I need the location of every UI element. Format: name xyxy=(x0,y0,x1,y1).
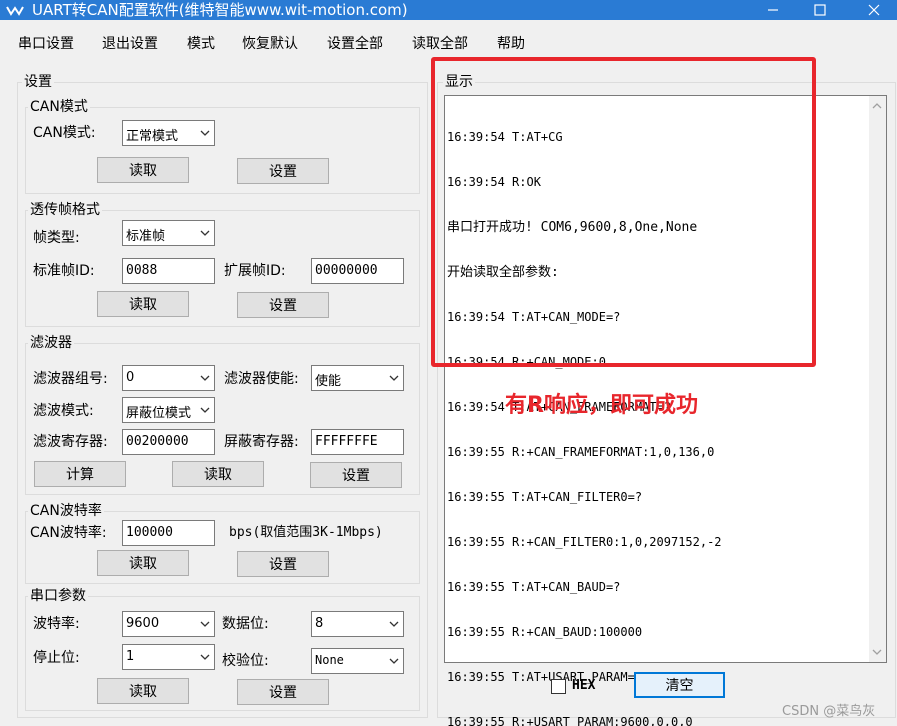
can-mode-title: CAN模式 xyxy=(28,99,90,115)
can-mode-select[interactable]: 正常模式 xyxy=(122,120,215,146)
frame-format-title: 透传帧格式 xyxy=(28,202,102,218)
menu-help[interactable]: 帮助 xyxy=(497,35,525,53)
highlight-box xyxy=(431,57,816,367)
can-baud-group xyxy=(25,511,420,584)
filter-enable-label: 滤波器使能: xyxy=(224,371,299,387)
log-line: 16:39:55 R:+CAN_FRAMEFORMAT:1,0,136,0 xyxy=(447,445,715,459)
window-title: UART转CAN配置软件(维特智能www.wit-motion.com) xyxy=(32,1,408,19)
hex-checkbox[interactable] xyxy=(551,679,566,694)
filter-mode-label: 滤波模式: xyxy=(33,403,94,419)
can-baud-hint: bps(取值范围3K-1Mbps) xyxy=(229,525,383,540)
log-line: 16:39:55 R:+CAN_BAUD:100000 xyxy=(447,625,643,639)
minimize-icon xyxy=(768,9,778,11)
baud-rate-value: 9600 xyxy=(126,616,160,631)
clear-button[interactable]: 清空 xyxy=(634,672,725,698)
title-bar: UART转CAN配置软件(维特智能www.wit-motion.com) xyxy=(0,0,897,20)
log-line: 16:39:55 T:AT+CAN_BAUD=? xyxy=(447,580,621,594)
frame-type-label: 帧类型: xyxy=(33,230,80,246)
chevron-down-icon xyxy=(200,375,210,381)
watermark: CSDN @菜鸟灰 xyxy=(782,704,876,719)
minimize-button[interactable] xyxy=(750,0,796,20)
chevron-down-icon xyxy=(200,654,210,660)
log-scrollbar[interactable] xyxy=(869,96,886,662)
ext-id-input[interactable]: 00000000 xyxy=(311,258,404,284)
filter-mode-value: 屏蔽位模式 xyxy=(126,406,192,421)
filter-title: 滤波器 xyxy=(28,335,74,351)
parity-label: 校验位: xyxy=(222,653,269,669)
std-id-input[interactable]: 0088 xyxy=(122,258,215,284)
filter-group-value: 0 xyxy=(126,370,135,385)
chevron-down-icon xyxy=(200,230,210,236)
menu-set-all[interactable]: 设置全部 xyxy=(327,35,383,53)
filter-enable-select[interactable]: 使能 xyxy=(311,365,404,391)
maximize-icon xyxy=(814,4,826,16)
filter-register-label: 滤波寄存器: xyxy=(33,434,108,450)
menu-mode[interactable]: 模式 xyxy=(187,35,215,53)
scroll-down-icon[interactable] xyxy=(872,648,882,656)
can-baud-input[interactable]: 100000 xyxy=(122,520,215,546)
menu-restore-defaults[interactable]: 恢复默认 xyxy=(242,35,298,53)
hex-label: HEX xyxy=(572,678,596,693)
frame-format-read-button[interactable]: 读取 xyxy=(97,291,189,317)
can-mode-set-button[interactable]: 设置 xyxy=(237,158,329,184)
filter-register-input[interactable]: 00200000 xyxy=(122,429,215,455)
menu-exit-settings[interactable]: 退出设置 xyxy=(102,35,158,53)
mask-register-input[interactable]: FFFFFFFE xyxy=(311,429,404,455)
data-bits-label: 数据位: xyxy=(222,616,269,632)
close-icon xyxy=(868,4,880,16)
can-mode-read-button[interactable]: 读取 xyxy=(97,157,189,183)
mask-register-label: 屏蔽寄存器: xyxy=(224,434,299,450)
scroll-up-icon[interactable] xyxy=(872,102,882,110)
std-id-label: 标准帧ID: xyxy=(33,263,95,279)
chevron-down-icon xyxy=(200,407,210,413)
filter-group-select[interactable]: 0 xyxy=(122,365,215,391)
chevron-down-icon xyxy=(389,621,399,627)
filter-mode-select[interactable]: 屏蔽位模式 xyxy=(122,397,215,423)
serial-title: 串口参数 xyxy=(28,588,88,604)
parity-value: None xyxy=(315,653,344,667)
settings-title: 设置 xyxy=(22,74,54,90)
frame-type-select[interactable]: 标准帧 xyxy=(122,220,215,246)
data-bits-value: 8 xyxy=(315,616,324,631)
can-baud-title: CAN波特率 xyxy=(28,503,104,519)
maximize-button[interactable] xyxy=(797,0,843,20)
baud-rate-label: 波特率: xyxy=(33,616,80,632)
can-baud-set-button[interactable]: 设置 xyxy=(237,551,329,577)
stop-bits-label: 停止位: xyxy=(33,650,80,666)
app-logo-icon xyxy=(6,6,24,16)
close-button[interactable] xyxy=(851,0,897,20)
filter-set-button[interactable]: 设置 xyxy=(310,462,402,488)
can-baud-read-button[interactable]: 读取 xyxy=(97,550,189,576)
stop-bits-value: 1 xyxy=(126,649,135,664)
filter-calc-button[interactable]: 计算 xyxy=(34,461,126,487)
ext-id-label: 扩展帧ID: xyxy=(224,263,286,279)
parity-select[interactable]: None xyxy=(311,648,404,674)
data-bits-select[interactable]: 8 xyxy=(311,611,404,637)
can-mode-value: 正常模式 xyxy=(126,129,179,144)
serial-read-button[interactable]: 读取 xyxy=(97,678,189,704)
can-mode-label: CAN模式: xyxy=(33,125,96,141)
chevron-down-icon xyxy=(389,658,399,664)
chevron-down-icon xyxy=(200,621,210,627)
baud-rate-select[interactable]: 9600 xyxy=(122,611,215,637)
frame-type-value: 标准帧 xyxy=(126,229,166,244)
chevron-down-icon xyxy=(200,130,210,136)
stop-bits-select[interactable]: 1 xyxy=(122,644,215,670)
menu-serial-settings[interactable]: 串口设置 xyxy=(18,35,74,53)
filter-enable-value: 使能 xyxy=(315,374,342,389)
menu-read-all[interactable]: 读取全部 xyxy=(412,35,468,53)
filter-read-button[interactable]: 读取 xyxy=(172,461,264,487)
can-mode-group xyxy=(25,107,420,194)
menu-bar: 串口设置 退出设置 模式 恢复默认 设置全部 读取全部 帮助 xyxy=(0,30,897,58)
filter-group-label: 滤波器组号: xyxy=(33,371,108,387)
log-line: 16:39:55 R:+CAN_FILTER0:1,0,2097152,-2 xyxy=(447,535,722,549)
can-baud-label: CAN波特率: xyxy=(30,525,107,541)
frame-format-set-button[interactable]: 设置 xyxy=(237,292,329,318)
log-line: 16:39:55 T:AT+CAN_FILTER0=? xyxy=(447,490,643,504)
annotation-text: 有R响应，即可成功 xyxy=(505,393,698,418)
chevron-down-icon xyxy=(389,375,399,381)
serial-set-button[interactable]: 设置 xyxy=(237,679,329,705)
